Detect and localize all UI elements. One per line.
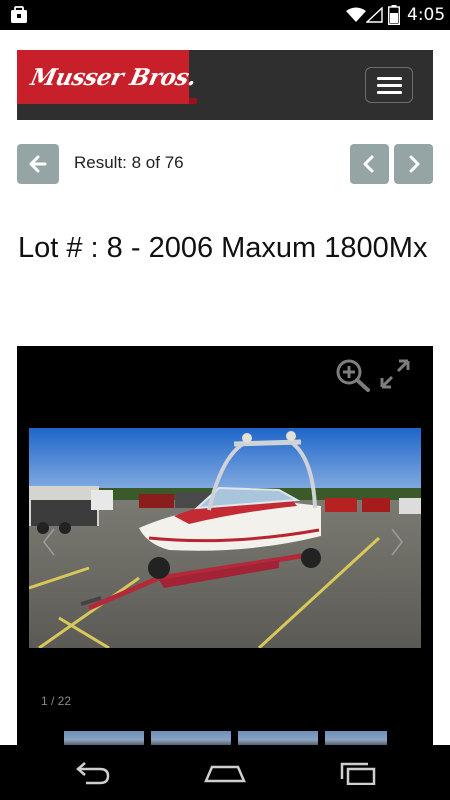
hamburger-menu-button[interactable] — [365, 67, 413, 103]
next-lot-button[interactable] — [394, 144, 433, 184]
gallery-next-arrow[interactable] — [389, 526, 405, 558]
arrow-left-icon — [29, 155, 47, 173]
fullscreen-icon[interactable] — [379, 358, 411, 390]
menu-line — [377, 77, 402, 80]
logo-text: Musser Bros. — [28, 64, 199, 91]
thumbnail[interactable] — [64, 731, 144, 746]
thumbnail[interactable] — [325, 731, 387, 746]
home-icon[interactable] — [202, 761, 248, 785]
thumbnail[interactable] — [151, 731, 231, 746]
back-to-results-button[interactable] — [17, 144, 59, 184]
result-counter: Result: 8 of 76 — [74, 153, 184, 172]
previous-lot-button[interactable] — [350, 144, 389, 184]
chevron-left-icon — [363, 155, 374, 173]
notification-icon — [11, 6, 27, 23]
site-header: Musser Bros. — [17, 50, 433, 120]
lot-title: Lot # : 8 - 2006 Maxum 1800Mx — [18, 232, 428, 264]
back-icon[interactable] — [72, 761, 112, 785]
status-bar: 4:05 — [0, 0, 450, 30]
chevron-right-icon — [409, 155, 420, 173]
logo[interactable]: Musser Bros. — [17, 50, 199, 104]
menu-line — [377, 84, 402, 87]
battery-icon — [388, 5, 400, 25]
image-counter: 1 / 22 — [41, 694, 72, 708]
thumbnail[interactable] — [238, 731, 318, 746]
image-gallery[interactable]: 1 / 22 — [17, 346, 433, 746]
system-navigation-bar — [0, 745, 450, 800]
zoom-in-icon[interactable] — [335, 358, 371, 392]
signal-icon — [366, 7, 383, 23]
clock: 4:05 — [407, 5, 446, 25]
wifi-icon — [346, 7, 366, 22]
boat-photo[interactable] — [29, 428, 421, 648]
recents-icon[interactable] — [338, 761, 378, 785]
gallery-prev-arrow[interactable] — [41, 526, 57, 558]
menu-line — [377, 91, 402, 94]
